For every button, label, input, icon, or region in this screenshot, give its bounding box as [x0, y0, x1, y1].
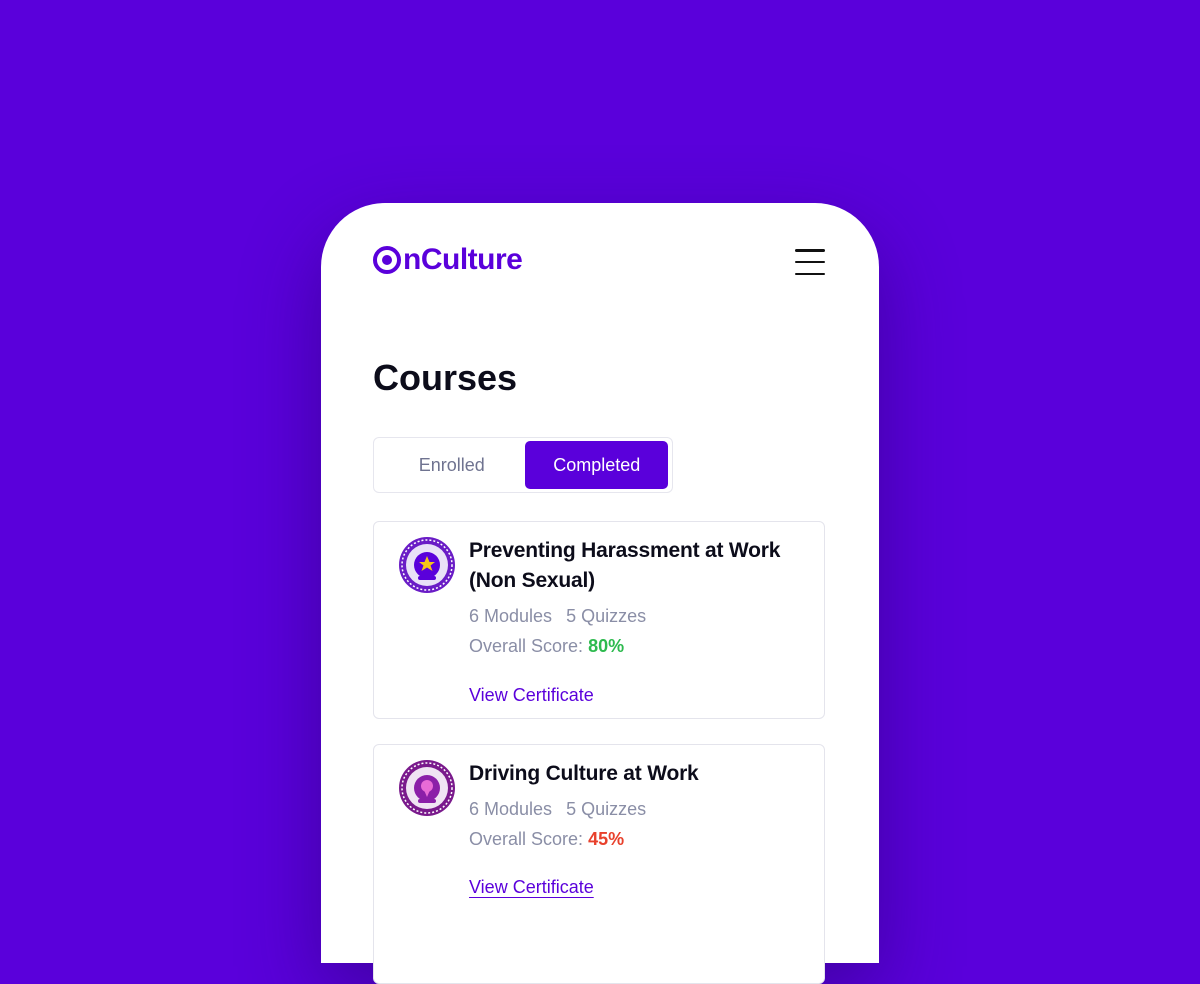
course-card[interactable]: Preventing Harassment at Work (Non Sexua… [373, 521, 825, 719]
score-label: Overall Score: [469, 636, 584, 656]
logo-mark-icon [373, 246, 401, 274]
overall-score: Overall Score: 45% [469, 829, 624, 850]
quizzes-count: 5 Quizzes [566, 606, 647, 626]
tab-completed[interactable]: Completed [525, 441, 668, 489]
completion-badge-icon [399, 537, 455, 593]
quizzes-count: 5 Quizzes [566, 799, 647, 819]
modules-count: 6 Modules [469, 606, 553, 626]
course-stats: 6 Modules 5 Quizzes [469, 606, 646, 627]
score-value: 80% [588, 636, 625, 656]
course-title: Driving Culture at Work [469, 762, 699, 785]
view-certificate-link[interactable]: View Certificate [469, 685, 594, 706]
course-title: Preventing Harassment at Work (Non Sexua… [469, 539, 781, 592]
onculture-logo[interactable]: nCulture [373, 243, 523, 277]
view-certificate-link[interactable]: View Certificate [469, 877, 594, 898]
page-title: Courses [373, 357, 518, 398]
tab-enrolled[interactable]: Enrolled [378, 441, 525, 489]
score-value: 45% [588, 829, 625, 849]
modules-count: 6 Modules [469, 799, 553, 819]
phone-frame: nCulture Courses Enrolled Completed Prev… [321, 203, 879, 984]
course-stats: 6 Modules 5 Quizzes [469, 799, 646, 820]
hamburger-menu-icon[interactable] [795, 249, 825, 275]
score-label: Overall Score: [469, 829, 584, 849]
overall-score: Overall Score: 80% [469, 636, 624, 657]
completion-badge-icon [399, 760, 455, 816]
logo-text: nCulture [403, 243, 523, 276]
course-tabs: Enrolled Completed [373, 437, 673, 493]
course-card[interactable]: Driving Culture at Work 6 Modules 5 Quizz… [373, 744, 825, 984]
